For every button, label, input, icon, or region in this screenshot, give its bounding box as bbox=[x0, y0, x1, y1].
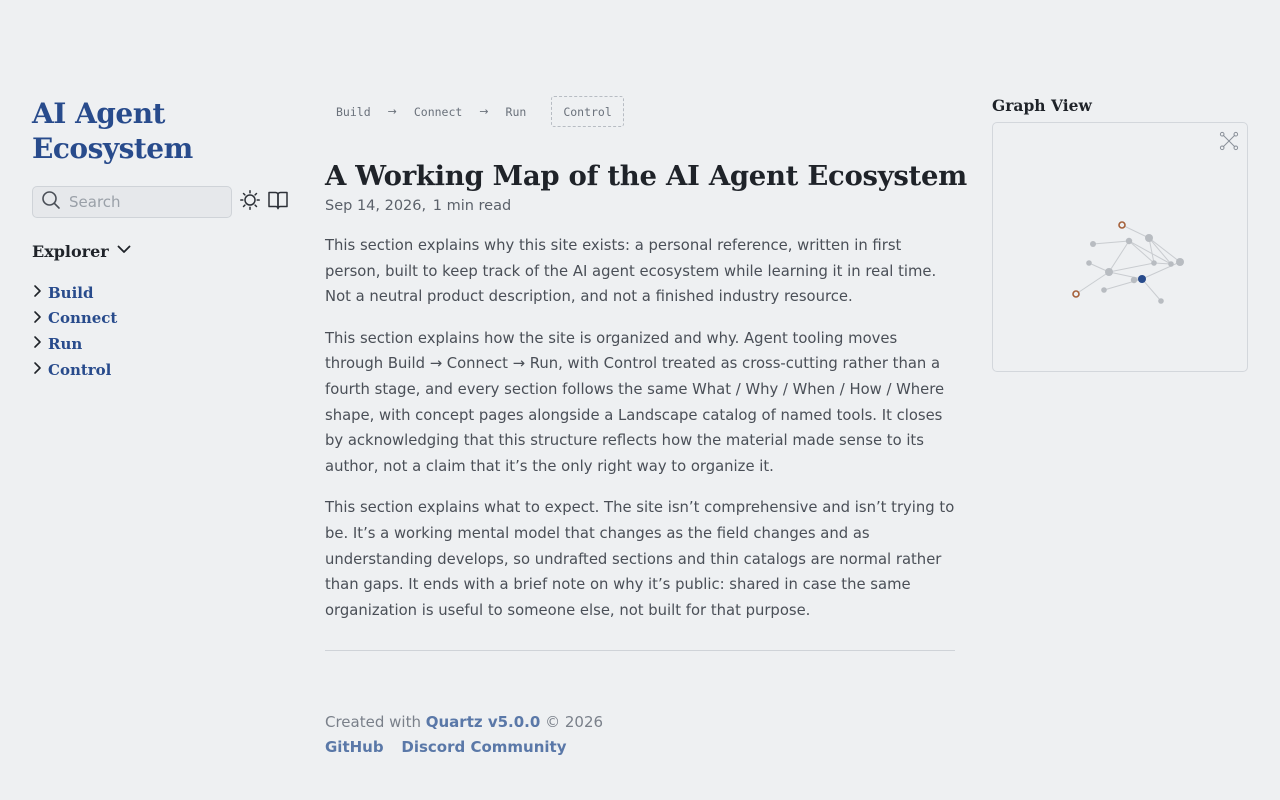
footer-divider bbox=[325, 650, 955, 652]
left-sidebar: AI Agent Ecosystem Search Explorer Build… bbox=[32, 96, 292, 382]
graph-node[interactable] bbox=[1176, 258, 1184, 266]
explorer-item-label[interactable]: Control bbox=[48, 361, 111, 379]
breadcrumb: Build → Connect → Run Control bbox=[325, 96, 955, 127]
article-meta: Sep 14, 2026, 1 min read bbox=[325, 198, 955, 214]
main-content: Build → Connect → Run Control A Working … bbox=[325, 96, 967, 760]
paragraph-organization: This section explains how the site is or… bbox=[325, 329, 945, 475]
graph-edge bbox=[1121, 224, 1150, 239]
graph-edge bbox=[1148, 237, 1181, 263]
graph-title: Graph View bbox=[992, 96, 1092, 115]
graph-node[interactable] bbox=[1168, 261, 1174, 267]
chevron-right-icon[interactable] bbox=[32, 283, 44, 302]
graph-view[interactable] bbox=[992, 122, 1248, 372]
chevron-right-icon[interactable] bbox=[32, 334, 44, 353]
breadcrumb-separator: → bbox=[479, 105, 489, 118]
search-placeholder: Search bbox=[69, 193, 121, 211]
graph-edge bbox=[1092, 240, 1130, 245]
footer-copyright: © 2026 bbox=[545, 713, 604, 732]
explorer-item-control[interactable]: Control bbox=[32, 357, 292, 383]
chevron-down-icon bbox=[115, 240, 133, 262]
breadcrumb-build[interactable]: Build bbox=[325, 105, 382, 119]
sidebar-controls: Search bbox=[32, 186, 292, 218]
footer: Created with Quartz v5.0.0 © 2026 GitHub… bbox=[325, 710, 955, 760]
breadcrumb-current-control[interactable]: Control bbox=[551, 96, 624, 127]
graph-edge bbox=[1141, 278, 1162, 302]
site-title[interactable]: AI Agent Ecosystem bbox=[32, 96, 292, 166]
breadcrumb-separator: → bbox=[387, 105, 397, 118]
graph-node-current[interactable] bbox=[1138, 275, 1146, 283]
site-title-line1[interactable]: AI Agent bbox=[32, 96, 292, 131]
explorer-toggle[interactable]: Explorer bbox=[32, 240, 292, 262]
breadcrumb-connect[interactable]: Connect bbox=[403, 105, 473, 119]
graph-node[interactable] bbox=[1101, 287, 1107, 293]
right-sidebar: Graph View bbox=[992, 96, 1248, 372]
graph-node[interactable] bbox=[1130, 276, 1138, 284]
explorer-item-label[interactable]: Connect bbox=[48, 309, 117, 327]
explorer-item-build[interactable]: Build bbox=[32, 280, 292, 306]
search-icon bbox=[41, 190, 61, 214]
graph-node[interactable] bbox=[1158, 298, 1164, 304]
discord-link[interactable]: Discord Community bbox=[401, 738, 566, 756]
graph-canvas[interactable] bbox=[993, 123, 1247, 371]
graph-edge bbox=[1108, 262, 1155, 273]
graph-node[interactable] bbox=[1086, 260, 1092, 266]
graph-node[interactable] bbox=[1090, 241, 1096, 247]
footer-links: GitHub Discord Community bbox=[325, 735, 955, 760]
graph-node[interactable] bbox=[1118, 221, 1126, 229]
reader-mode-button[interactable] bbox=[267, 190, 289, 214]
paragraph-expectations: This section explains what to expect. Th… bbox=[325, 499, 955, 619]
reading-time: 1 min read bbox=[432, 198, 512, 214]
theme-toggle-button[interactable] bbox=[240, 190, 260, 214]
graph-node[interactable] bbox=[1105, 268, 1113, 276]
graph-node[interactable] bbox=[1072, 290, 1080, 298]
site-title-line2[interactable]: Ecosystem bbox=[32, 131, 292, 166]
quartz-link[interactable]: Quartz v5.0.0 bbox=[426, 713, 541, 731]
graph-node[interactable] bbox=[1151, 260, 1157, 266]
article-body: This section explains why this site exis… bbox=[325, 233, 955, 623]
book-icon bbox=[267, 190, 289, 214]
explorer-item-connect[interactable]: Connect bbox=[32, 306, 292, 332]
footer-created-with: Created with bbox=[325, 713, 421, 732]
sun-icon bbox=[240, 190, 260, 214]
footer-credit: Created with Quartz v5.0.0 © 2026 bbox=[325, 710, 955, 735]
github-link[interactable]: GitHub bbox=[325, 738, 384, 756]
graph-node[interactable] bbox=[1125, 237, 1133, 245]
graph-node[interactable] bbox=[1145, 234, 1153, 242]
explorer-item-label[interactable]: Build bbox=[48, 284, 93, 302]
graph-edge bbox=[1148, 237, 1172, 265]
search-input[interactable]: Search bbox=[32, 186, 232, 218]
page-title: A Working Map of the AI Agent Ecosystem bbox=[325, 160, 967, 192]
paragraph-purpose: This section explains why this site exis… bbox=[325, 237, 937, 306]
chevron-right-icon[interactable] bbox=[32, 360, 44, 379]
article-date: Sep 14, 2026, bbox=[325, 198, 427, 214]
breadcrumb-run[interactable]: Run bbox=[495, 105, 538, 119]
graph-edge bbox=[1108, 240, 1130, 273]
chevron-right-icon[interactable] bbox=[32, 309, 44, 328]
explorer-title: Explorer bbox=[32, 241, 109, 261]
explorer-item-label[interactable]: Run bbox=[48, 335, 82, 353]
graph-edge bbox=[1108, 271, 1143, 280]
explorer-item-run[interactable]: Run bbox=[32, 331, 292, 357]
explorer-tree: Build Connect Run Control bbox=[32, 280, 292, 382]
